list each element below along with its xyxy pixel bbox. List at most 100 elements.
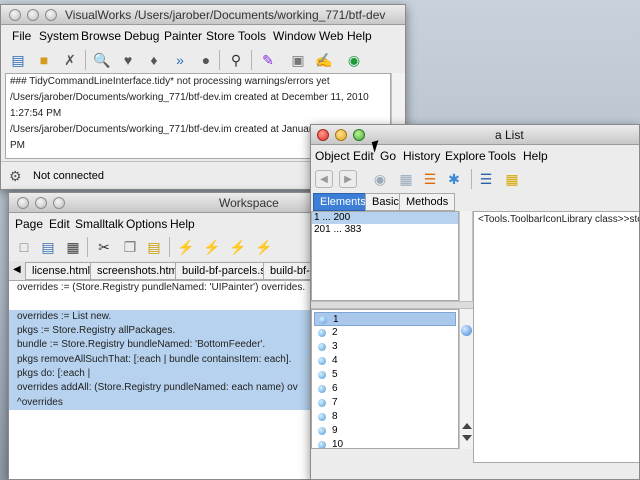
- ranges-pane[interactable]: 1 ... 200 201 ... 383: [311, 211, 459, 301]
- copy-icon[interactable]: ❐: [121, 238, 139, 256]
- menu-web[interactable]: Web: [319, 29, 343, 43]
- resources-icon[interactable]: ▣: [289, 51, 307, 69]
- menu-store[interactable]: Store: [206, 29, 235, 43]
- notepad-icon[interactable]: ✍: [315, 51, 333, 69]
- toolbar-separator: [471, 169, 472, 189]
- element-icon: [318, 343, 326, 351]
- menu-go[interactable]: Go: [380, 149, 396, 163]
- menu-object[interactable]: Object: [315, 149, 350, 163]
- zoom-icon[interactable]: [45, 9, 57, 21]
- tab-scroll-left-icon[interactable]: ◀: [13, 264, 21, 275]
- inspect-icon[interactable]: 🔍: [93, 51, 111, 69]
- print-it-icon[interactable]: ⚡: [203, 238, 221, 256]
- minimize-icon[interactable]: [35, 197, 47, 209]
- inspect-icon[interactable]: ◉: [371, 170, 389, 188]
- workspace-code-pane[interactable]: overrides := (Store.Registry pundleNamed…: [9, 281, 329, 479]
- menu-debug[interactable]: Debug: [124, 29, 159, 43]
- menu-window[interactable]: Window: [273, 29, 316, 43]
- menu-painter[interactable]: Painter: [164, 29, 202, 43]
- open-icon[interactable]: ▤: [39, 238, 57, 256]
- scroll-thumb[interactable]: [461, 325, 472, 336]
- close-icon[interactable]: [17, 197, 29, 209]
- list-item[interactable]: 4: [314, 354, 456, 368]
- debug-it-icon[interactable]: ⚡: [255, 238, 273, 256]
- zoom-icon[interactable]: [53, 197, 65, 209]
- element-icon: [318, 413, 326, 421]
- elements-scrollbar[interactable]: [459, 309, 473, 449]
- tab-methods[interactable]: Methods: [399, 193, 456, 211]
- menu-help[interactable]: Help: [170, 217, 195, 231]
- find-method-icon[interactable]: ♦: [145, 51, 163, 69]
- scroll-down-icon[interactable]: [462, 435, 472, 441]
- list-item[interactable]: 7: [314, 396, 456, 410]
- painter-icon[interactable]: ✎: [259, 51, 277, 69]
- list-item[interactable]: 8: [314, 410, 456, 424]
- visualworks-menubar: File System Browse Debug Painter Store T…: [1, 27, 405, 45]
- tab-license[interactable]: license.html: [25, 262, 98, 280]
- close-icon[interactable]: [317, 129, 329, 141]
- list-item[interactable]: 9: [314, 424, 456, 438]
- menu-edit[interactable]: Edit: [49, 217, 70, 231]
- list-item[interactable]: 2: [314, 326, 456, 340]
- tab-screenshots[interactable]: screenshots.html: [90, 262, 188, 280]
- menu-browse[interactable]: Browse: [81, 29, 121, 43]
- close-icon[interactable]: [9, 9, 21, 21]
- menu-tools[interactable]: Tools: [488, 149, 516, 163]
- range-item[interactable]: 201 ... 383: [312, 224, 361, 236]
- zoom-icon[interactable]: [353, 129, 365, 141]
- detail-pane[interactable]: <Tools.ToolbarIconLibrary class>>stor: [473, 211, 639, 463]
- menu-tools[interactable]: Tools: [238, 29, 266, 43]
- list-item[interactable]: 5: [314, 368, 456, 382]
- list-item[interactable]: 6: [314, 382, 456, 396]
- scroll-up-icon[interactable]: [462, 423, 472, 429]
- globe-icon[interactable]: ◉: [345, 51, 363, 69]
- hierarchy-icon[interactable]: ☰: [421, 170, 439, 188]
- paste-icon[interactable]: ▤: [145, 238, 163, 256]
- menu-help[interactable]: Help: [347, 29, 372, 43]
- new-page-icon[interactable]: □: [15, 238, 33, 256]
- inspect-it-icon[interactable]: ⚡: [229, 238, 247, 256]
- menu-help[interactable]: Help: [523, 149, 548, 163]
- alist-titlebar[interactable]: a List: [311, 125, 639, 145]
- list-item[interactable]: 1: [314, 312, 456, 326]
- tools-icon[interactable]: ✗: [61, 51, 79, 69]
- forward-icon[interactable]: ▶: [339, 170, 357, 188]
- workspace-titlebar[interactable]: Workspace: [9, 193, 329, 213]
- list-item[interactable]: 10: [314, 438, 456, 448]
- tab-elements[interactable]: Elements: [313, 193, 373, 211]
- ranges-scrollbar[interactable]: [459, 211, 473, 301]
- minimize-icon[interactable]: [27, 9, 39, 21]
- do-it-icon[interactable]: ⚡: [177, 238, 195, 256]
- pane-splitter[interactable]: [311, 301, 473, 309]
- find-class-icon[interactable]: ♥: [119, 51, 137, 69]
- implementors-icon[interactable]: ●: [197, 51, 215, 69]
- minimize-icon[interactable]: [335, 129, 347, 141]
- element-icon: [318, 357, 326, 365]
- toolbar-separator: [219, 50, 220, 70]
- menu-options[interactable]: Options: [126, 217, 167, 231]
- menu-history[interactable]: History: [403, 149, 440, 163]
- list-view-icon[interactable]: ☰: [477, 170, 495, 188]
- tab-build-bf-parcels[interactable]: build-bf-parcels.st: [175, 262, 276, 280]
- visualworks-titlebar[interactable]: VisualWorks /Users/jarober/Documents/wor…: [1, 5, 405, 25]
- tree-icon[interactable]: ✱: [445, 170, 463, 188]
- package-icon[interactable]: ■: [35, 51, 53, 69]
- list-item[interactable]: 3: [314, 340, 456, 354]
- menu-smalltalk[interactable]: Smalltalk: [75, 217, 124, 231]
- menu-system[interactable]: System: [39, 29, 79, 43]
- menu-explore[interactable]: Explore: [445, 149, 486, 163]
- explore-icon[interactable]: ▦: [397, 170, 415, 188]
- notes-icon[interactable]: ▦: [503, 170, 521, 188]
- menu-file[interactable]: File: [12, 29, 31, 43]
- senders-icon[interactable]: »: [171, 51, 189, 69]
- search-icon[interactable]: ⚲: [227, 51, 245, 69]
- save-icon[interactable]: ▦: [64, 238, 82, 256]
- menu-page[interactable]: Page: [15, 217, 43, 231]
- range-item[interactable]: 1 ... 200: [312, 212, 458, 224]
- cut-icon[interactable]: ✂: [95, 238, 113, 256]
- back-icon[interactable]: ◀: [315, 170, 333, 188]
- browse-icon[interactable]: ▤: [9, 51, 27, 69]
- menu-edit[interactable]: Edit: [353, 149, 374, 163]
- element-icon: [318, 371, 326, 379]
- elements-list[interactable]: 1 2 3 4 5 6 7 8 9 10: [311, 309, 459, 449]
